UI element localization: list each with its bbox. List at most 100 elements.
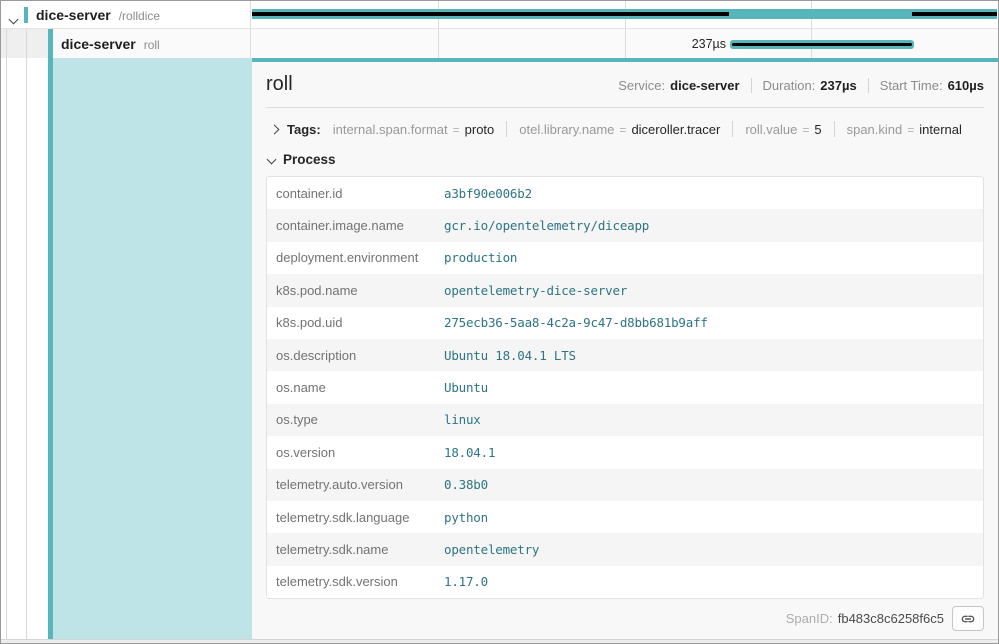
kv-key: container.image.name bbox=[267, 218, 444, 233]
kv-value: production bbox=[444, 250, 517, 265]
indent-guide-area bbox=[1, 29, 48, 58]
table-row: os.typelinux bbox=[267, 404, 983, 436]
equals-sign: = bbox=[907, 123, 914, 137]
kv-key: telemetry.auto.version bbox=[267, 477, 444, 492]
service-name: dice-server/rolldice bbox=[36, 7, 160, 23]
span-name-column-roll[interactable]: dice-server roll bbox=[1, 29, 251, 58]
kv-value: Ubuntu 18.04.1 LTS bbox=[444, 348, 576, 363]
table-row: telemetry.sdk.nameopentelemetry bbox=[267, 533, 983, 565]
span-row-rolldice[interactable]: dice-server/rolldice bbox=[1, 1, 998, 29]
tag-divider bbox=[732, 121, 733, 137]
timeline-cell-rolldice bbox=[252, 1, 997, 28]
bottom-strip bbox=[1, 639, 998, 643]
span-detail-footer: SpanID: fb483c8c6258f6c5 bbox=[266, 599, 984, 631]
table-row: os.descriptionUbuntu 18.04.1 LTS bbox=[267, 339, 983, 371]
service-name-text: dice-server bbox=[61, 36, 136, 52]
kv-key: container.id bbox=[267, 186, 444, 201]
span-meta: Service: dice-server Duration: 237µs Sta… bbox=[618, 78, 984, 93]
tag-item: roll.value = 5 bbox=[745, 122, 821, 137]
link-icon bbox=[960, 611, 976, 627]
span-id-value: fb483c8c6258f6c5 bbox=[838, 611, 944, 626]
kv-value: 18.04.1 bbox=[444, 445, 495, 460]
kv-value: opentelemetry bbox=[444, 542, 539, 557]
tag-key: internal.span.format bbox=[333, 122, 448, 137]
span-id-label: SpanID: bbox=[786, 611, 833, 626]
kv-key: os.name bbox=[267, 380, 444, 395]
service-name: dice-server roll bbox=[61, 36, 160, 52]
kv-value: gcr.io/opentelemetry/diceapp bbox=[444, 218, 649, 233]
table-row: container.image.namegcr.io/opentelemetry… bbox=[267, 209, 983, 241]
span-bar-inner bbox=[732, 43, 911, 46]
span-row-roll[interactable]: dice-server roll 237µs bbox=[1, 29, 998, 58]
kv-value: a3bf90e006b2 bbox=[444, 186, 532, 201]
kv-value: opentelemetry-dice-server bbox=[444, 283, 627, 298]
kv-value: 0.38b0 bbox=[444, 477, 488, 492]
tags-label: Tags: bbox=[287, 122, 321, 137]
kv-key: k8s.pod.uid bbox=[267, 315, 444, 330]
chevron-right-icon[interactable] bbox=[270, 124, 280, 134]
process-section-header[interactable]: Process bbox=[266, 149, 984, 169]
start-time-value: 610µs bbox=[948, 78, 984, 93]
equals-sign: = bbox=[802, 123, 809, 137]
table-row: container.ida3bf90e006b2 bbox=[267, 177, 983, 209]
kv-value: linux bbox=[444, 412, 481, 427]
operation-name: /rolldice bbox=[119, 9, 160, 23]
tag-item: span.kind = internal bbox=[847, 122, 962, 137]
kv-key: os.description bbox=[267, 348, 444, 363]
span-title: roll bbox=[266, 73, 293, 96]
tag-value: internal bbox=[919, 122, 962, 137]
span-detail-panel: roll Service: dice-server Duration: 237µ… bbox=[252, 58, 998, 639]
span-bar-roll[interactable] bbox=[730, 40, 913, 49]
kv-key: deployment.environment bbox=[267, 250, 444, 265]
service-value: dice-server bbox=[670, 78, 739, 93]
table-row: k8s.pod.uid275ecb36-5aa8-4c2a-9c47-d8bb6… bbox=[267, 307, 983, 339]
table-row: telemetry.sdk.languagepython bbox=[267, 501, 983, 533]
table-row: telemetry.auto.version0.38b0 bbox=[267, 469, 983, 501]
duration-label: Duration: bbox=[763, 78, 816, 93]
kv-key: os.type bbox=[267, 412, 444, 427]
kv-key: telemetry.sdk.version bbox=[267, 574, 444, 589]
operation-name: roll bbox=[144, 38, 160, 52]
indent-guide-line bbox=[26, 29, 27, 639]
deep-link-button[interactable] bbox=[952, 606, 984, 631]
tag-divider bbox=[506, 121, 507, 137]
table-row: k8s.pod.nameopentelemetry-dice-server bbox=[267, 274, 983, 306]
kv-key: telemetry.sdk.name bbox=[267, 542, 444, 557]
duration-value: 237µs bbox=[820, 78, 856, 93]
self-time-segment bbox=[912, 12, 997, 16]
kv-key: k8s.pod.name bbox=[267, 283, 444, 298]
meta-divider bbox=[868, 78, 869, 93]
header-divider bbox=[266, 107, 984, 108]
service-label: Service: bbox=[618, 78, 665, 93]
process-key-value-table: container.ida3bf90e006b2 container.image… bbox=[266, 176, 984, 599]
timeline-cell-roll: 237µs bbox=[252, 29, 997, 58]
kv-value: Ubuntu bbox=[444, 380, 488, 395]
tag-key: span.kind bbox=[847, 122, 903, 137]
kv-key: telemetry.sdk.language bbox=[267, 510, 444, 525]
tags-section-header[interactable]: Tags: internal.span.format = proto otel.… bbox=[266, 118, 984, 140]
selected-span-highlight bbox=[53, 58, 252, 639]
service-color-bar bbox=[24, 7, 28, 23]
equals-sign: = bbox=[453, 123, 460, 137]
span-bar-rolldice[interactable] bbox=[252, 9, 997, 19]
tag-divider bbox=[834, 121, 835, 137]
service-name-text: dice-server bbox=[36, 7, 111, 23]
tag-key: otel.library.name bbox=[519, 122, 614, 137]
table-row: deployment.environmentproduction bbox=[267, 242, 983, 274]
self-time-segment bbox=[252, 12, 729, 16]
tag-key: roll.value bbox=[745, 122, 797, 137]
kv-key: os.version bbox=[267, 445, 444, 460]
chevron-down-icon[interactable] bbox=[267, 154, 277, 164]
tag-item: internal.span.format = proto bbox=[333, 122, 495, 137]
tag-value: diceroller.tracer bbox=[631, 122, 720, 137]
tag-item: otel.library.name = diceroller.tracer bbox=[519, 122, 720, 137]
tag-value: 5 bbox=[814, 122, 821, 137]
tag-value: proto bbox=[465, 122, 495, 137]
kv-value: python bbox=[444, 510, 488, 525]
process-label: Process bbox=[283, 152, 336, 167]
span-detail-header: roll Service: dice-server Duration: 237µ… bbox=[266, 73, 984, 96]
collapse-chevron-icon[interactable] bbox=[10, 10, 17, 28]
span-duration-label: 237µs bbox=[252, 37, 726, 51]
table-row: telemetry.sdk.version1.17.0 bbox=[267, 566, 983, 598]
span-name-column-rolldice[interactable]: dice-server/rolldice bbox=[1, 1, 251, 28]
